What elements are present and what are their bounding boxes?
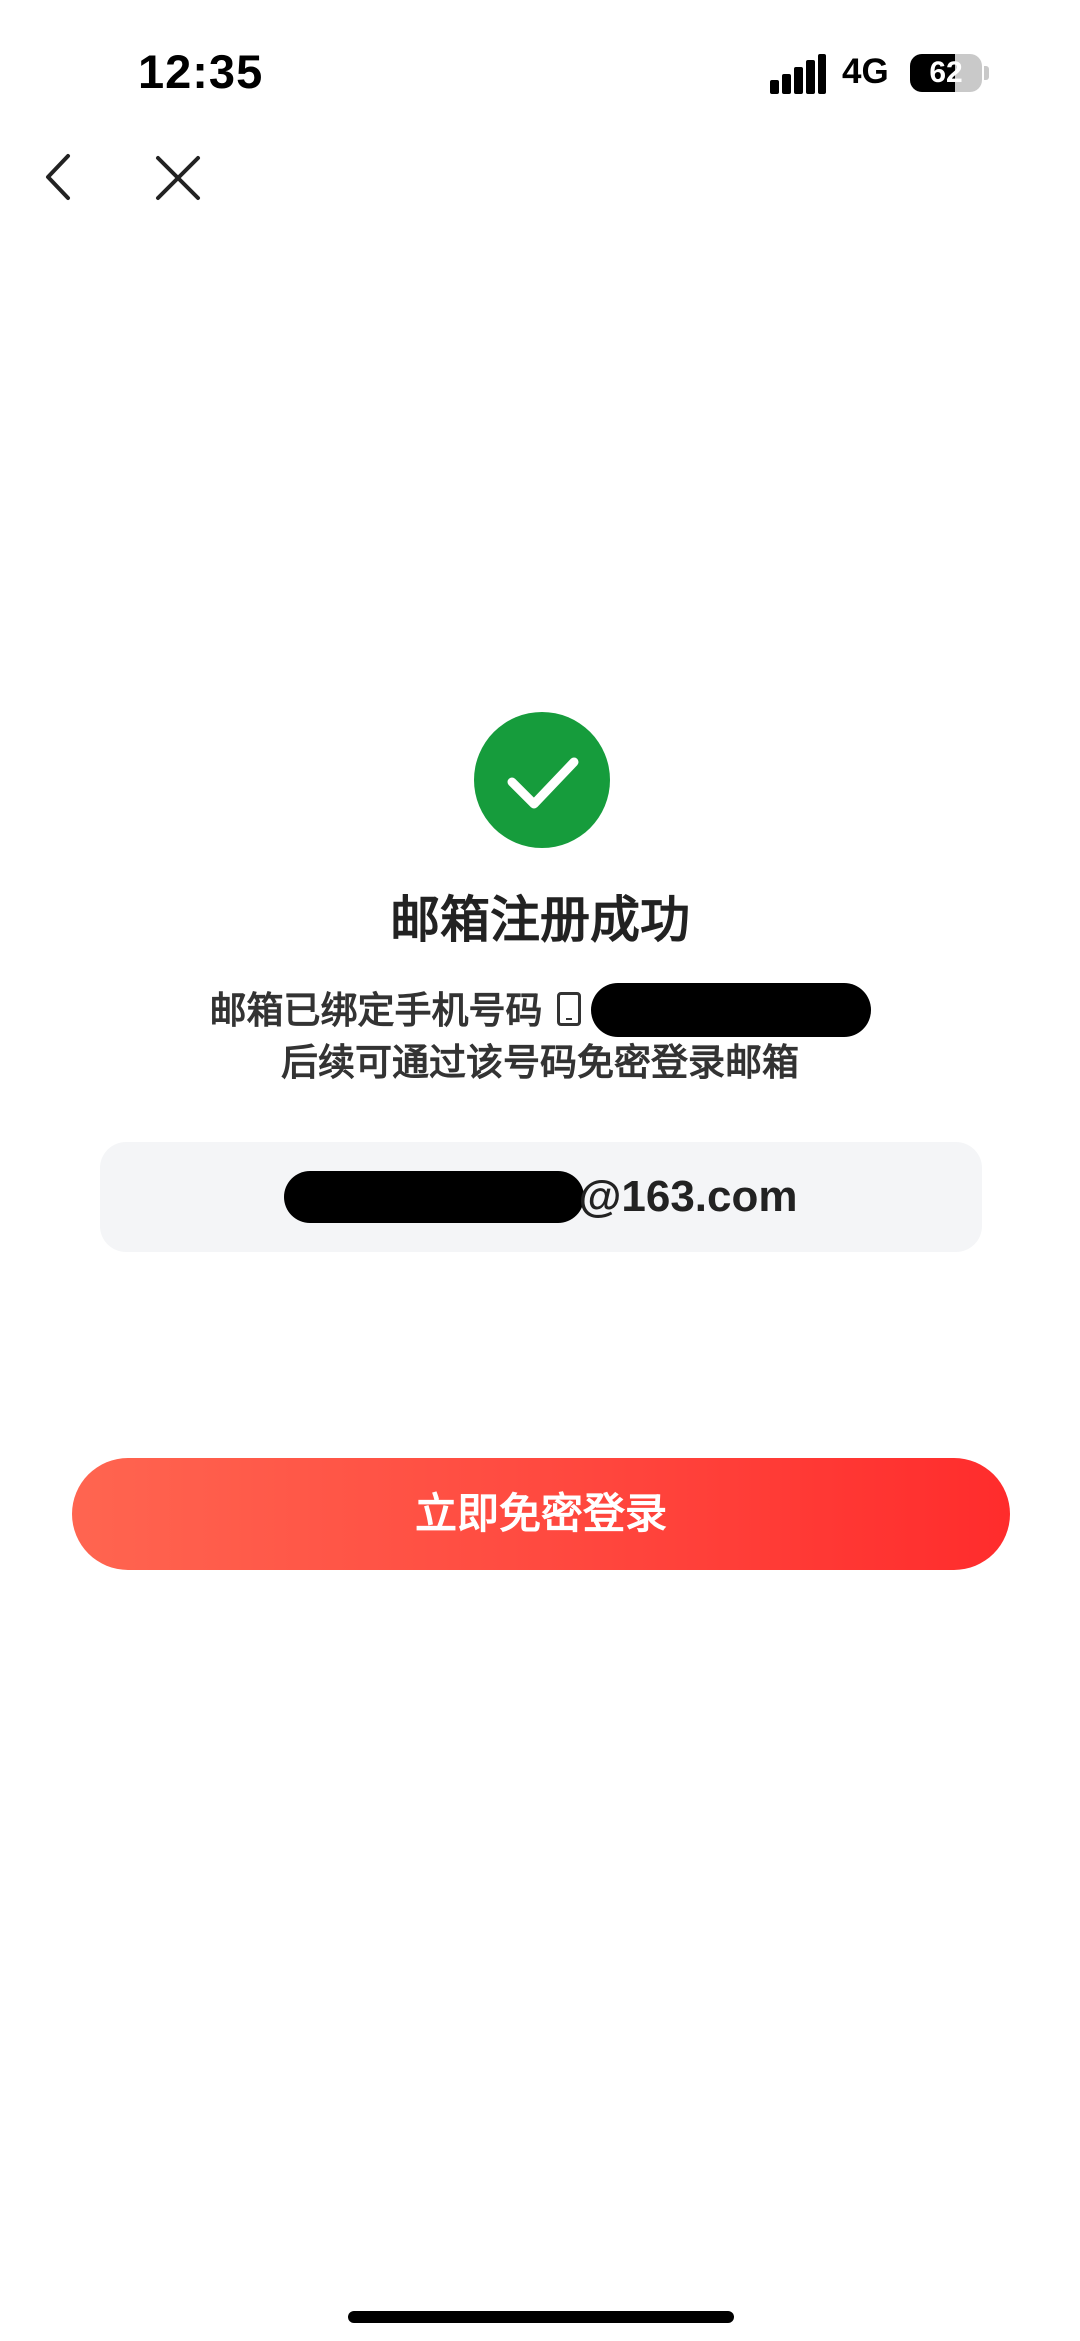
back-button[interactable] [40, 150, 80, 204]
signal-strength-icon [770, 54, 826, 94]
phone-icon [556, 992, 581, 1026]
status-time: 12:35 [138, 45, 264, 98]
bound-phone-text: 邮箱已绑定手机号码 [209, 989, 543, 1032]
battery-tip [984, 66, 989, 80]
success-check-icon [474, 712, 610, 848]
battery-level: 62 [929, 56, 963, 89]
redacted-phone-number [590, 983, 871, 1037]
home-indicator[interactable] [348, 2311, 734, 2323]
network-type: 4G [842, 52, 889, 91]
passwordless-login-button[interactable]: 立即免密登录 [72, 1458, 1010, 1570]
registered-email-box: @163.com [100, 1142, 982, 1252]
bound-phone-message: 邮箱已绑定手机号码 [0, 980, 1080, 1037]
close-icon [156, 156, 200, 200]
close-button[interactable] [152, 152, 204, 204]
page-title: 邮箱注册成功 [390, 891, 690, 949]
login-hint-message: 后续可通过该号码免密登录邮箱 [281, 1041, 799, 1084]
email-domain: @163.com [578, 1172, 798, 1221]
redacted-email-user [284, 1171, 585, 1223]
checkmark-icon [507, 757, 579, 809]
battery-icon: 62 [910, 54, 982, 92]
chevron-left-icon [46, 154, 70, 200]
